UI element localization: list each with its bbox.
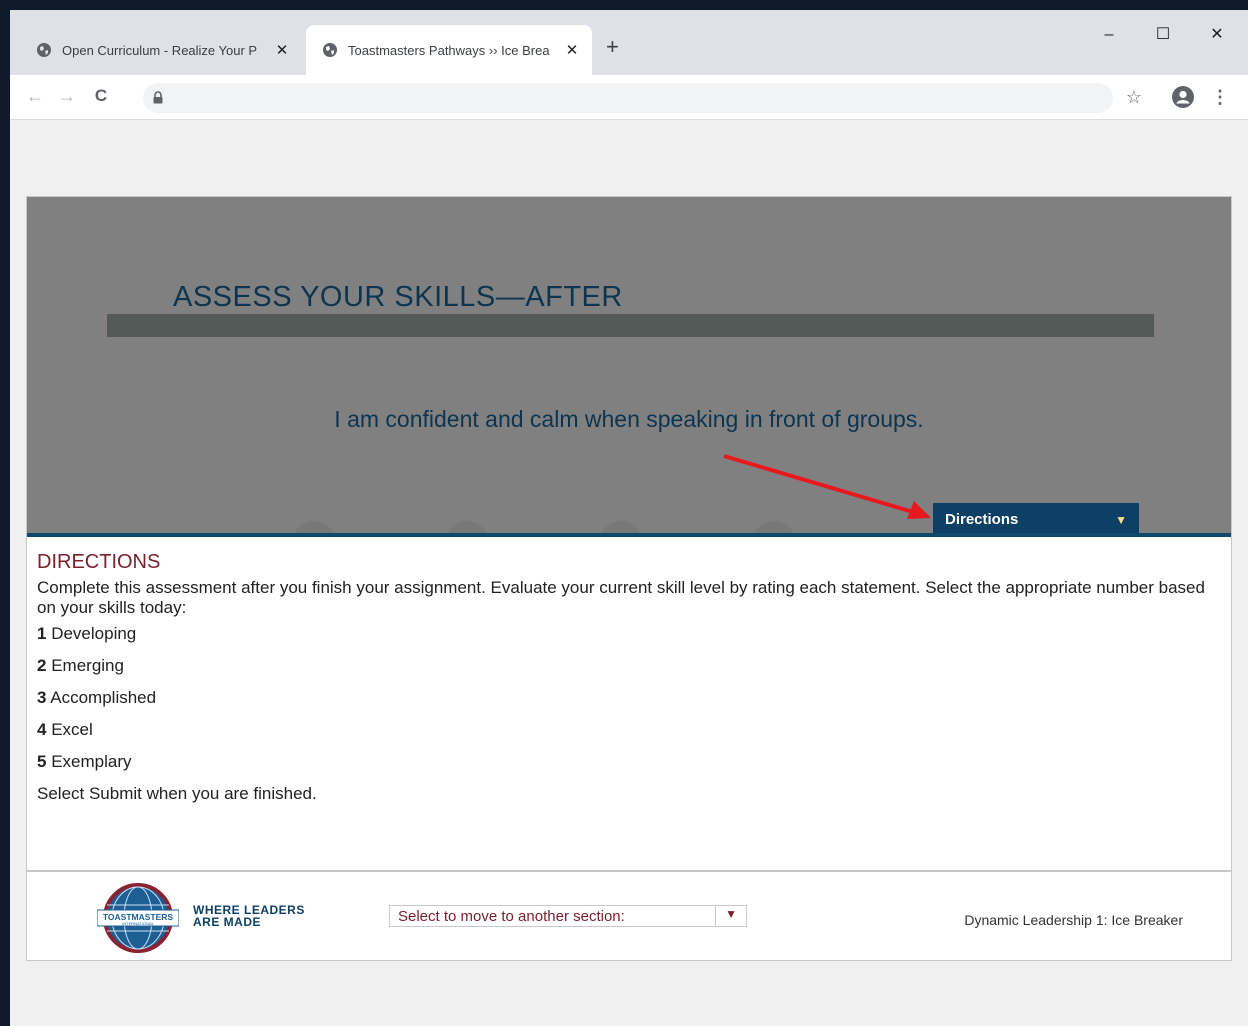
bookmark-star-icon[interactable]: ☆ <box>1120 83 1148 111</box>
assessment-statement: I am confident and calm when speaking in… <box>334 406 924 432</box>
assessment-banner: ASSESS YOUR SKILLS—AFTER I am confident … <box>27 197 1231 537</box>
rating-circle <box>445 521 489 533</box>
maximize-button[interactable]: ☐ <box>1140 20 1186 50</box>
new-tab-button[interactable]: + <box>606 34 619 60</box>
tagline: WHERE LEADERS ARE MADE <box>193 904 305 928</box>
level-number: 5 <box>37 752 47 771</box>
tab-open-curriculum[interactable]: Open Curriculum - Realize Your P ✕ <box>20 25 302 75</box>
page-title: ASSESS YOUR SKILLS—AFTER <box>173 281 623 313</box>
tab-toastmasters-pathways[interactable]: Toastmasters Pathways ›› Ice Brea ✕ <box>306 25 592 75</box>
level-label: Excel <box>51 720 93 739</box>
assessment-panel: ASSESS YOUR SKILLS—AFTER I am confident … <box>26 196 1232 961</box>
profile-icon[interactable] <box>1172 86 1194 108</box>
level-number: 4 <box>37 720 47 739</box>
section-select-label: Select to move to another section: <box>398 908 625 925</box>
address-bar[interactable] <box>143 83 1113 113</box>
rating-circle <box>752 521 796 533</box>
directions-heading: DIRECTIONS <box>37 551 161 573</box>
level-item: 5 Exemplary <box>37 752 1221 772</box>
rating-circle <box>292 521 336 533</box>
back-button[interactable]: ← <box>22 83 48 109</box>
title-underline-bar <box>107 314 1154 337</box>
level-number: 2 <box>37 656 47 675</box>
close-window-button[interactable]: ✕ <box>1194 20 1240 50</box>
browser-window: Open Curriculum - Realize Your P ✕ Toast… <box>10 10 1248 1026</box>
minimize-button[interactable]: – <box>1086 20 1132 50</box>
lock-icon <box>153 91 163 104</box>
browser-toolbar: ← → C ☆ ⋮ <box>10 75 1248 120</box>
level-item: 1 Developing <box>37 624 1221 644</box>
level-item: 2 Emerging <box>37 656 1221 676</box>
globe-icon <box>37 43 51 57</box>
tab-strip: Open Curriculum - Realize Your P ✕ Toast… <box>10 10 1248 75</box>
tagline-line2: ARE MADE <box>193 915 262 929</box>
svg-text:INTERNATIONAL: INTERNATIONAL <box>122 921 154 926</box>
globe-icon <box>323 43 337 57</box>
triangle-down-icon: ▼ <box>1115 513 1127 527</box>
page-content: ASSESS YOUR SKILLS—AFTER I am confident … <box>10 120 1248 1026</box>
directions-button-label: Directions <box>945 511 1019 528</box>
level-number: 1 <box>37 624 47 643</box>
directions-section: DIRECTIONS Complete this assessment afte… <box>27 541 1231 810</box>
level-item: 3 Accomplished <box>37 688 1221 708</box>
triangle-down-icon: ▼ <box>725 907 737 921</box>
level-label: Emerging <box>51 656 124 675</box>
kebab-menu-icon[interactable]: ⋮ <box>1206 83 1234 111</box>
level-label: Exemplary <box>51 752 132 771</box>
toastmasters-logo: TOASTMASTERS INTERNATIONAL <box>97 883 179 953</box>
tab-close-icon[interactable]: ✕ <box>564 41 580 59</box>
directions-button[interactable]: Directions ▼ <box>933 503 1139 533</box>
reload-button[interactable]: C <box>88 83 114 109</box>
tab-title: Toastmasters Pathways ›› Ice Brea <box>348 42 550 58</box>
level-number: 3 <box>37 688 47 707</box>
section-select-dropdown[interactable]: Select to move to another section: ▼ <box>389 905 747 927</box>
forward-button[interactable]: → <box>54 83 80 109</box>
tab-title: Open Curriculum - Realize Your P <box>62 42 258 58</box>
dropdown-divider <box>715 906 716 926</box>
level-label: Accomplished <box>50 688 157 707</box>
level-item: 4 Excel <box>37 720 1221 740</box>
course-footer: TOASTMASTERS INTERNATIONAL WHERE LEADERS… <box>27 870 1231 960</box>
directions-intro: Complete this assessment after you finis… <box>37 578 1205 617</box>
module-name: Dynamic Leadership 1: Ice Breaker <box>964 912 1183 928</box>
rating-circle <box>599 521 643 533</box>
directions-outro: Select Submit when you are finished. <box>37 784 317 803</box>
level-label: Developing <box>51 624 137 643</box>
tab-close-icon[interactable]: ✕ <box>274 41 290 59</box>
